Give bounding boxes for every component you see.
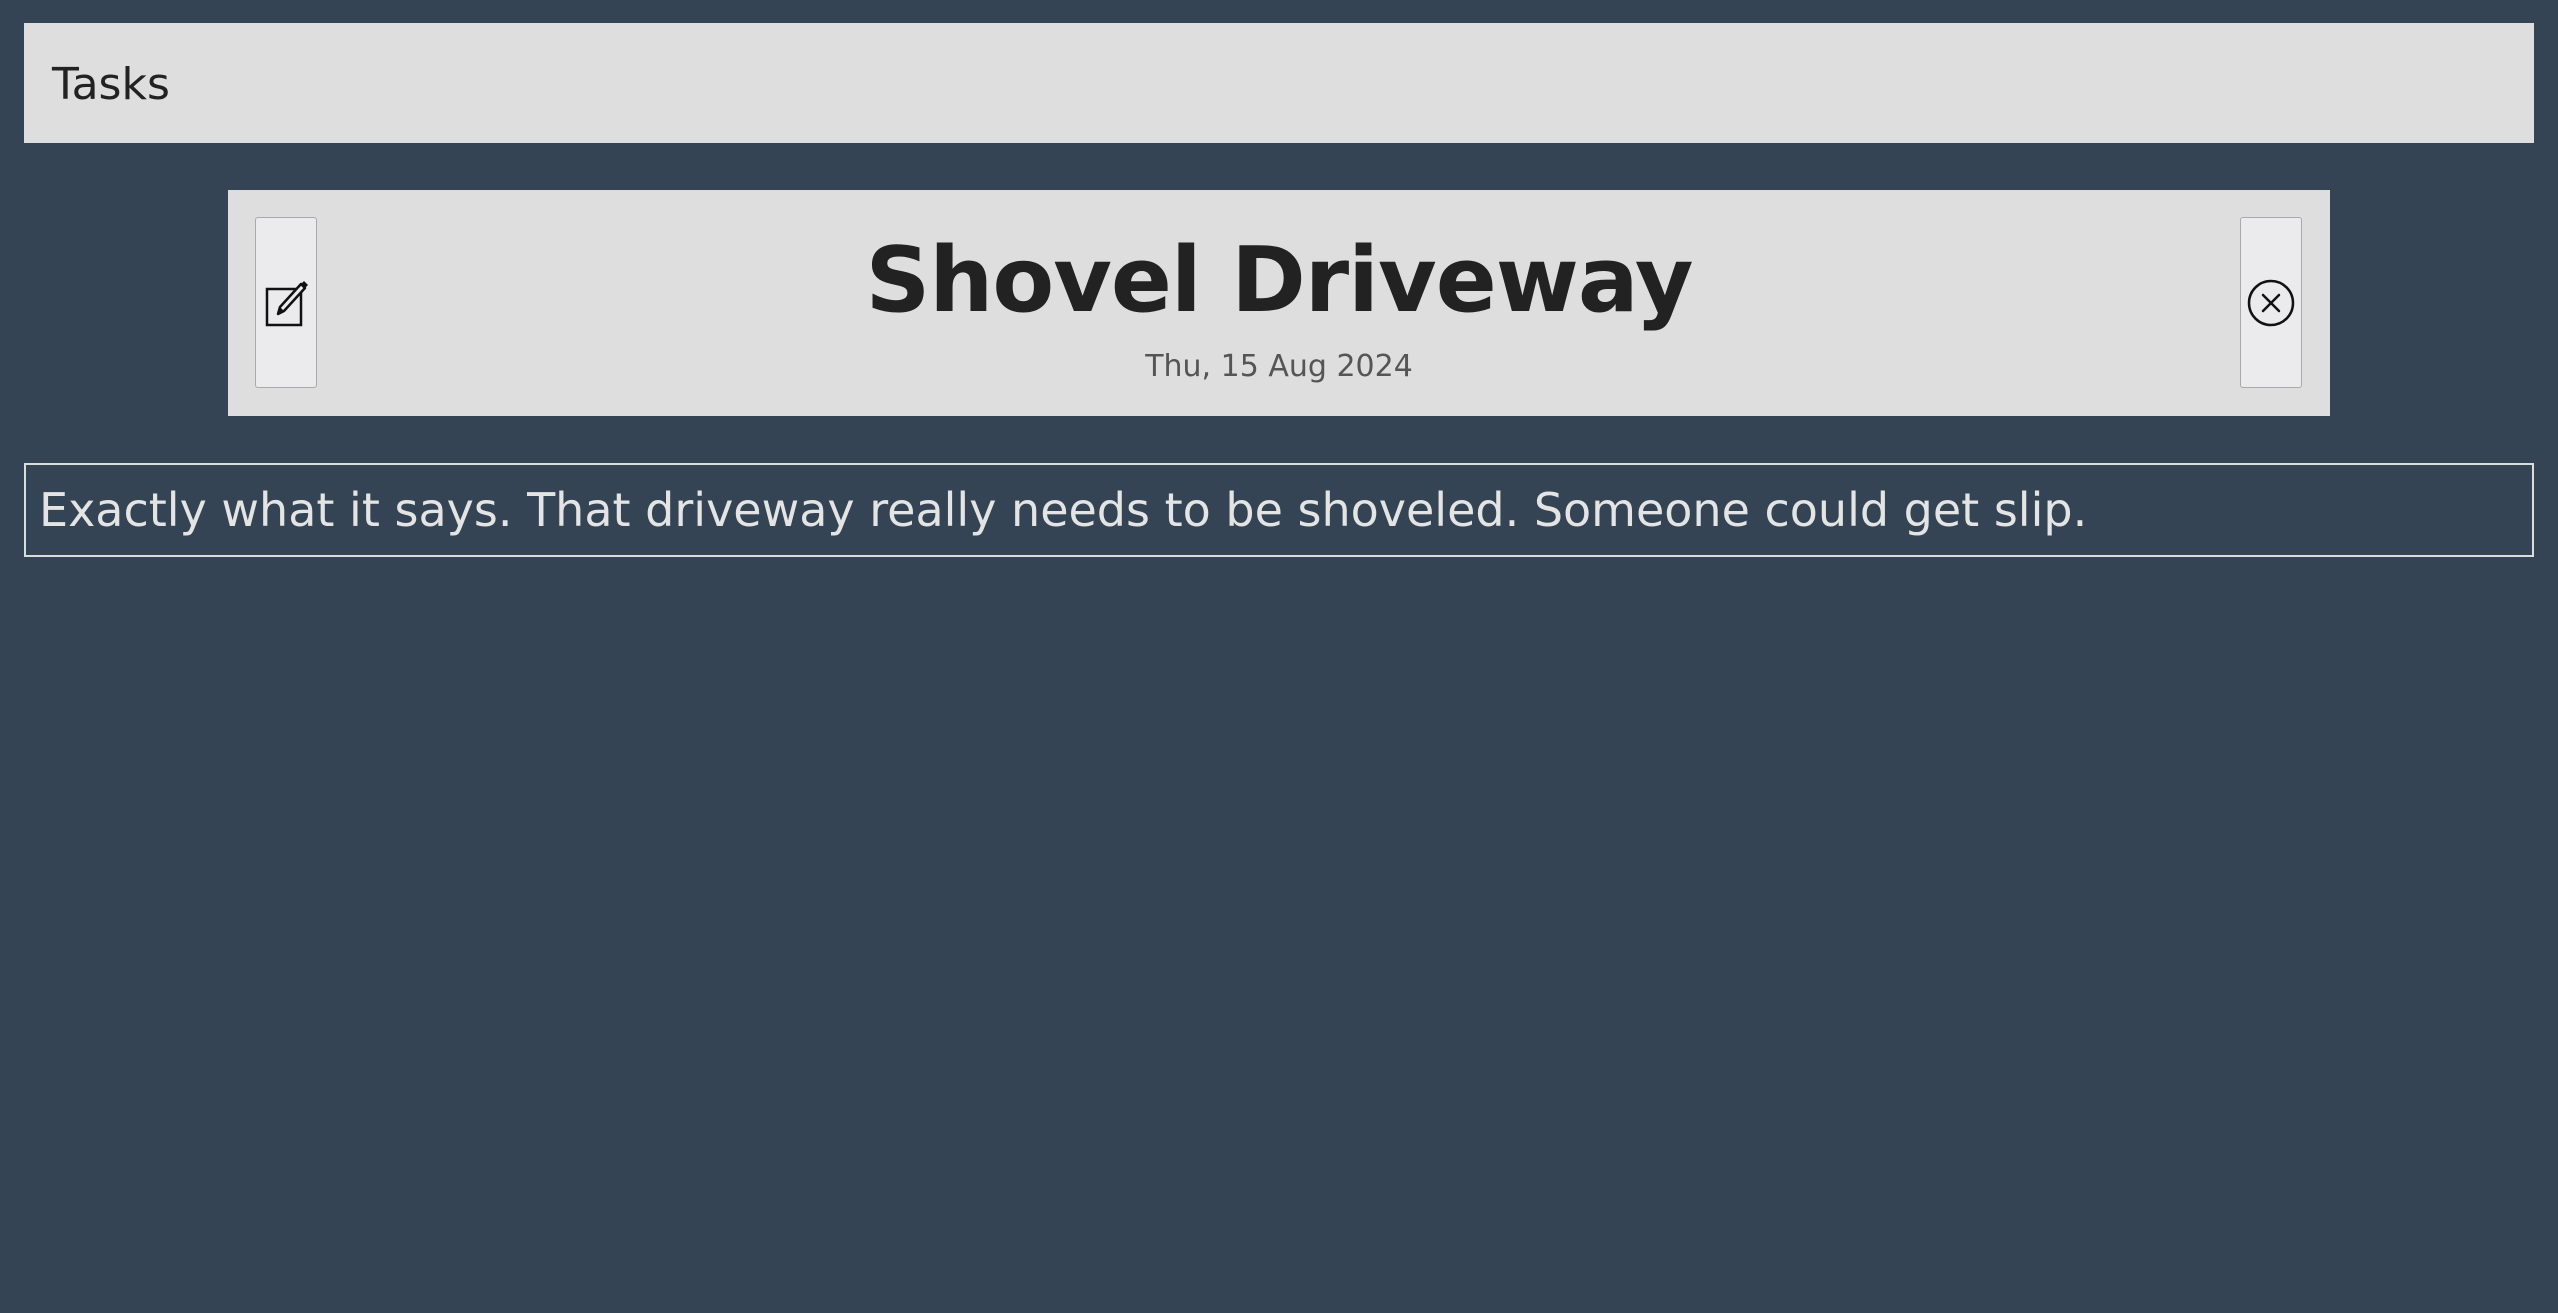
header-bar: Tasks: [24, 23, 2534, 143]
task-date: Thu, 15 Aug 2024: [1145, 349, 1413, 384]
delete-task-button[interactable]: [2240, 217, 2302, 388]
task-card: Shovel Driveway Thu, 15 Aug 2024: [228, 190, 2330, 416]
task-description: Exactly what it says. That driveway real…: [24, 463, 2534, 557]
edit-icon: [263, 277, 309, 329]
header-title: Tasks: [52, 59, 170, 110]
task-title: Shovel Driveway: [865, 228, 1693, 333]
close-circle-icon: [2246, 278, 2296, 328]
edit-task-button[interactable]: [255, 217, 317, 388]
